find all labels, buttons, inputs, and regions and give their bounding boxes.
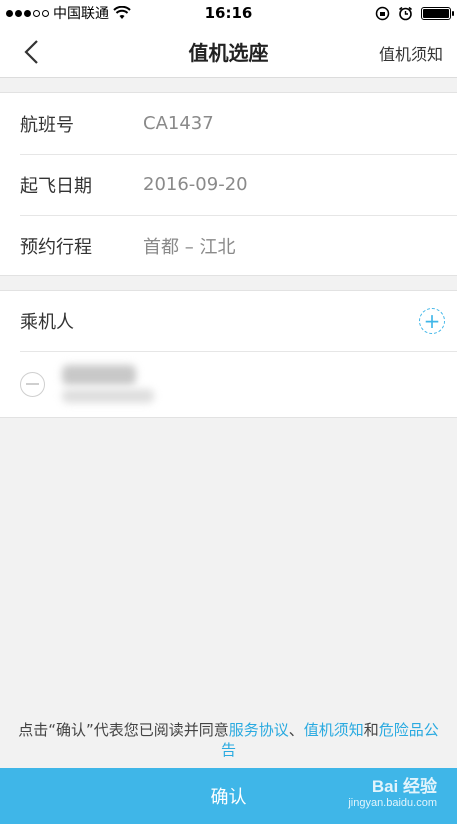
page-title: 值机选座 (188, 41, 269, 65)
add-passenger-button[interactable]: + (419, 308, 445, 334)
watermark-brand: Bai 经验 (371, 777, 437, 796)
passenger-card: 乘机人 + (0, 290, 457, 418)
remove-passenger-button[interactable] (20, 372, 45, 397)
flight-number-value: CA1437 (143, 113, 214, 134)
itinerary-value: 首都 – 江北 (143, 236, 236, 258)
status-left: 中国联通 (6, 3, 131, 23)
rotation-lock-icon (375, 6, 390, 20)
baidu-watermark: Bai 经验 jingyan.baidu.com (348, 772, 437, 809)
agreement-separator: 、 (288, 721, 304, 739)
checkin-notice-link[interactable]: 值机须知 (379, 41, 443, 65)
flight-number-label: 航班号 (20, 114, 74, 136)
alarm-icon (399, 6, 412, 20)
status-bar: 中国联通 16:16 (0, 0, 457, 26)
confirm-label: 确认 (210, 787, 247, 808)
service-agreement-link[interactable]: 服务协议 (229, 721, 289, 739)
back-arrow-icon[interactable] (18, 38, 46, 66)
nav-bar: 值机选座 值机须知 (0, 26, 457, 78)
confirm-button[interactable]: 确认 Bai 经验 jingyan.baidu.com (0, 768, 457, 824)
agreement-prefix: 点击“确认”代表您已阅读并同意 (18, 721, 229, 739)
departure-date-label: 起飞日期 (20, 175, 92, 197)
passenger-header: 乘机人 + (0, 291, 457, 351)
carrier-name: 中国联通 (53, 6, 109, 22)
status-right (375, 6, 454, 21)
status-time: 16:16 (204, 4, 253, 22)
agreement-text: 点击“确认”代表您已阅读并同意服务协议、值机须知和危险品公告 (0, 720, 457, 760)
checkin-notice-agreement-link[interactable]: 值机须知 (304, 721, 364, 739)
passenger-header-label: 乘机人 (20, 312, 74, 333)
blurred-passenger-id (62, 389, 154, 403)
signal-strength-icon (6, 9, 49, 17)
battery-icon (421, 6, 454, 20)
itinerary-row: 预约行程 首都 – 江北 (0, 215, 457, 276)
departure-date-value: 2016-09-20 (143, 174, 248, 195)
flight-info-card: 航班号 CA1437 起飞日期 2016-09-20 预约行程 首都 – 江北 (0, 92, 457, 276)
agreement-and: 和 (363, 721, 379, 739)
blurred-passenger-name (62, 365, 136, 385)
watermark-url: jingyan.baidu.com (348, 797, 437, 809)
wifi-icon (113, 6, 131, 19)
flight-number-row: 航班号 CA1437 (0, 93, 457, 154)
plus-icon: + (423, 309, 441, 333)
itinerary-label: 预约行程 (20, 236, 92, 258)
passenger-item (0, 351, 457, 418)
departure-date-row: 起飞日期 2016-09-20 (0, 154, 457, 215)
